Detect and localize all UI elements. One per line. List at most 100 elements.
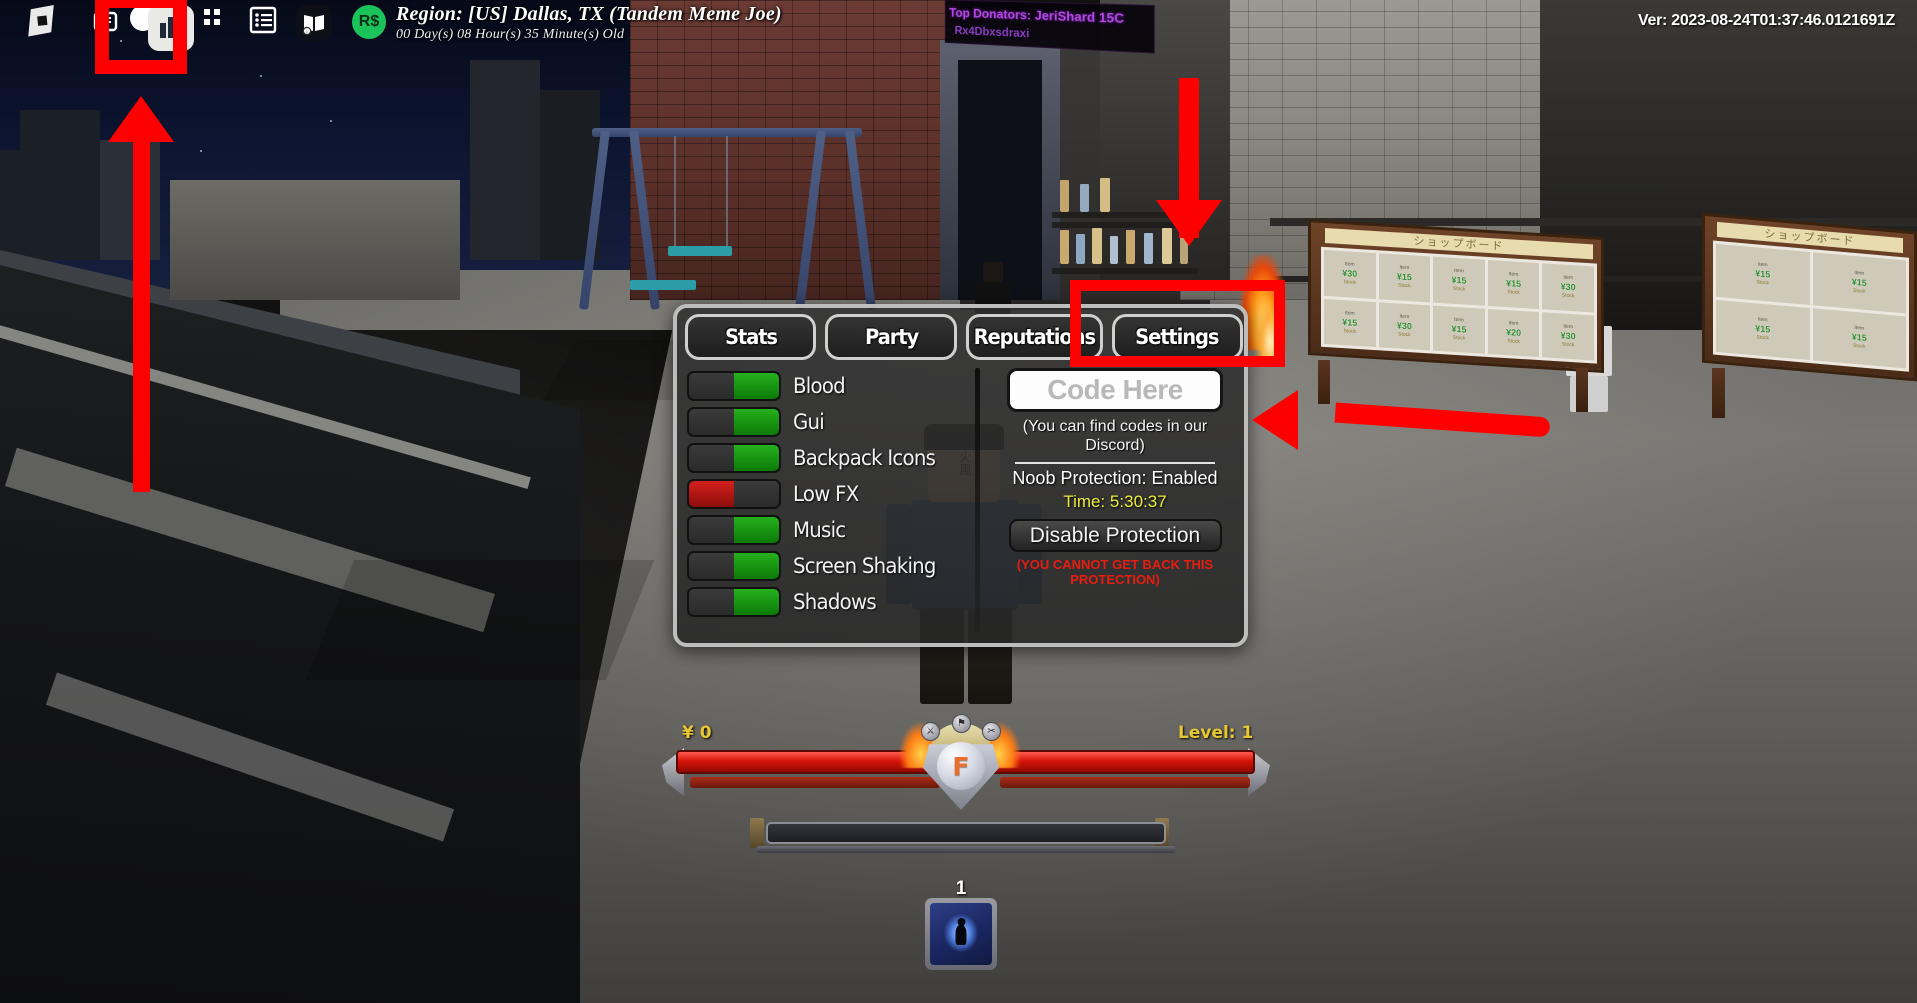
shop-item[interactable]: Item ¥15 Stock	[1324, 298, 1376, 348]
toggle-row-low-fx: Low FX	[687, 478, 975, 509]
shop-item-name: Item	[1399, 264, 1410, 272]
toggle-label-music: Music	[793, 517, 846, 542]
annotation-arrow-head-code	[1252, 390, 1298, 450]
toggle-music[interactable]	[687, 514, 781, 545]
annotation-box-settings-tab	[1070, 280, 1285, 367]
robux-icon[interactable]: R$	[352, 5, 386, 39]
shop-item[interactable]: Item ¥30 Stock	[1324, 249, 1376, 299]
toggle-on-half	[734, 480, 779, 507]
shop-item-name: Item	[1563, 274, 1574, 282]
game-screenshot: ショップボード Item ¥30 Stock Item ¥15 Stock Item ¥1…	[0, 0, 1917, 1003]
discord-note: (You can find codes in our Discord)	[1022, 418, 1208, 454]
toggle-on-half	[734, 408, 779, 435]
shop-item[interactable]: Item ¥15 Stock	[1812, 307, 1906, 369]
toggle-blood[interactable]	[687, 370, 781, 401]
shop-item-note: Stock	[1852, 287, 1866, 295]
list-menu-icon[interactable]	[248, 5, 278, 35]
grid-menu-icon[interactable]	[200, 5, 226, 31]
toggle-label-screen-shaking: Screen Shaking	[793, 553, 936, 578]
bottle	[1092, 228, 1102, 264]
toggle-row-gui: Gui	[687, 406, 975, 437]
code-input[interactable]: Code Here	[1007, 368, 1223, 412]
hotbar-slot-1[interactable]	[925, 898, 997, 970]
server-age-line: 00 Day(s) 08 Hour(s) 35 Minute(s) Old	[396, 27, 625, 42]
tab-party-label: Party	[864, 325, 919, 349]
toggle-shadows[interactable]	[687, 586, 781, 617]
shop-item-note: Stock	[1507, 289, 1520, 297]
annotation-arrow-head-settings	[1156, 200, 1222, 246]
bottle	[1110, 236, 1118, 264]
donor-line-2: Rx4Dbxsdraxi	[954, 23, 1030, 41]
shop-item[interactable]: Item ¥15 Stock	[1433, 305, 1485, 354]
shop-item-grid: Item ¥15 Stock Item ¥15 Stock Item ¥15 Stock I…	[1713, 240, 1909, 372]
toggle-backpack-icons[interactable]	[687, 442, 781, 473]
shop-item-price: ¥30	[1560, 330, 1576, 342]
roblox-topbar: i R$ Region: [US] Dallas, TX (Tandem Mem…	[0, 0, 1917, 54]
bottle	[1080, 184, 1089, 212]
section-divider	[1015, 462, 1215, 464]
shop-item[interactable]: Item ¥30 Stock	[1542, 263, 1594, 312]
annotation-arrow-shaft-leaderboard	[133, 140, 150, 492]
tab-party[interactable]: Party	[825, 314, 957, 360]
svg-text:i: i	[306, 29, 307, 35]
shop-item[interactable]: Item ¥15 Stock	[1378, 253, 1431, 302]
guide-book-icon[interactable]: i	[296, 5, 332, 41]
bottle	[1076, 234, 1085, 264]
shop-item-price: ¥15	[1451, 275, 1467, 287]
roblox-logo-icon[interactable]	[24, 5, 58, 39]
region-info: Region: [US] Dallas, TX (Tandem Meme Joe…	[396, 3, 782, 43]
shop-item-name: Item	[1854, 325, 1865, 332]
distant-building	[20, 110, 100, 260]
shop-item-name: Item	[1344, 309, 1355, 317]
shop-item-name: Item	[1454, 268, 1464, 275]
shop-item-price: ¥15	[1506, 278, 1522, 290]
tab-stats[interactable]: Stats	[685, 314, 817, 360]
shop-item-name: Item	[1399, 313, 1410, 320]
shop-board[interactable]: ショップボード Item ¥30 Stock Item ¥15 Stock Item ¥1…	[1308, 218, 1604, 374]
shop-item[interactable]: Item ¥15 Stock	[1487, 259, 1540, 309]
annotation-box-leaderboard-icon	[95, 0, 187, 74]
shop-item[interactable]: Item ¥20 Stock	[1487, 308, 1540, 358]
shop-item-note: Stock	[1452, 286, 1466, 293]
shelf	[1052, 268, 1197, 274]
shop-item-price: ¥30	[1396, 320, 1412, 332]
shop-item[interactable]: Item ¥15 Stock	[1716, 243, 1810, 305]
shop-item[interactable]: Item ¥30 Stock	[1378, 301, 1431, 351]
toggle-label-low-fx: Low FX	[793, 481, 859, 506]
protection-warning: (YOU CANNOT GET BACK THIS PROTECTION)	[1016, 557, 1214, 587]
shop-item-note: Stock	[1561, 292, 1575, 300]
panel-column-divider	[975, 368, 980, 633]
toggle-off-half	[689, 588, 734, 615]
hotbar-slot-1-number: 1	[955, 878, 967, 899]
settings-panel-body: Blood Gui Backpack Icons Low FX Music Sc…	[677, 364, 1252, 643]
shop-item[interactable]: Item ¥15 Stock	[1716, 299, 1810, 360]
shop-item-price: ¥15	[1755, 268, 1771, 280]
shop-item[interactable]: Item ¥15 Stock	[1433, 256, 1485, 306]
toggle-screen-shaking[interactable]	[687, 550, 781, 581]
shop-board-right[interactable]: ショップボード Item ¥15 Stock Item ¥15 Stock Item ¥1…	[1702, 212, 1917, 382]
shop-item-note: Stock	[1756, 279, 1769, 287]
shop-item-name: Item	[1508, 271, 1519, 278]
shop-item-note: Stock	[1756, 334, 1769, 342]
shop-item-price: ¥30	[1560, 281, 1576, 293]
shop-item[interactable]: Item ¥30 Stock	[1542, 311, 1594, 361]
shop-item-note: Stock	[1452, 334, 1466, 342]
shop-item-note: Stock	[1507, 338, 1520, 345]
settings-toggle-list: Blood Gui Backpack Icons Low FX Music Sc…	[677, 364, 975, 643]
swing-seat	[630, 280, 696, 290]
shop-item[interactable]: Item ¥15 Stock	[1812, 252, 1906, 313]
robux-label: R$	[358, 13, 380, 30]
shop-item-note: Stock	[1398, 331, 1411, 339]
region-line: Region: [US] Dallas, TX (Tandem Meme Joe…	[396, 3, 782, 25]
shop-item-note: Stock	[1343, 279, 1357, 287]
star	[200, 150, 202, 152]
toggle-low-fx[interactable]	[687, 478, 781, 509]
toggle-gui[interactable]	[687, 406, 781, 437]
toggle-off-half	[689, 552, 734, 579]
code-input-placeholder: Code Here	[1047, 374, 1183, 405]
hotbar-slot-1-icon	[930, 903, 992, 965]
distant-building	[100, 140, 160, 260]
robux-circle: R$	[352, 5, 386, 39]
disable-protection-button[interactable]: Disable Protection	[1008, 519, 1222, 552]
grid-glyph	[204, 9, 220, 25]
